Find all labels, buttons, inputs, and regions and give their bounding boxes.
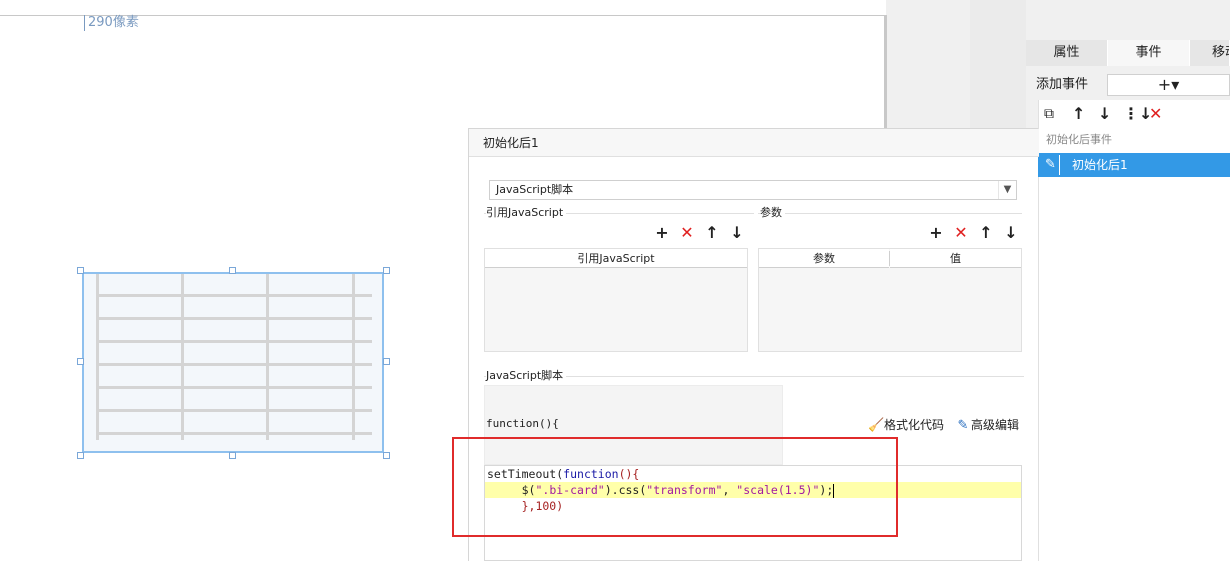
table-col-line bbox=[352, 274, 355, 440]
arrow-up-icon[interactable]: ↑ bbox=[704, 224, 720, 242]
param-column-header: 参数 bbox=[759, 249, 889, 268]
edit-icon[interactable]: ✎ bbox=[1042, 155, 1060, 175]
tab-mobile[interactable]: 移动 bbox=[1190, 40, 1230, 66]
advanced-edit-label: 高级编辑 bbox=[971, 418, 1020, 432]
script-section-label: JavaScript脚本 bbox=[486, 369, 567, 383]
delete-icon[interactable]: ✕ bbox=[1149, 104, 1162, 124]
params-section-label: 参数 bbox=[760, 206, 785, 220]
resize-handle-se[interactable] bbox=[383, 452, 390, 459]
format-code-label: 格式化代码 bbox=[884, 418, 945, 432]
move-to-bottom-icon[interactable]: ⋮↓ bbox=[1123, 104, 1152, 124]
ref-js-section-label: 引用JavaScript bbox=[486, 206, 567, 220]
table-row-line bbox=[96, 432, 372, 435]
table-col-line bbox=[266, 274, 269, 440]
dialog-titlebar[interactable]: 初始化后1 bbox=[469, 129, 1039, 157]
copy-icon[interactable]: ⧉ bbox=[1044, 104, 1054, 124]
delete-icon[interactable]: ✕ bbox=[679, 224, 695, 242]
event-item-label: 初始化后1 bbox=[1072, 158, 1128, 172]
section-divider bbox=[758, 213, 1022, 214]
resize-handle-nw[interactable] bbox=[77, 267, 84, 274]
dialog-title: 初始化后1 bbox=[483, 136, 539, 150]
ref-js-table[interactable]: 引用JavaScript bbox=[484, 248, 748, 352]
add-event-button[interactable]: +▾ bbox=[1107, 74, 1230, 96]
ref-js-column-header: 引用JavaScript bbox=[485, 249, 747, 268]
page-boundary-right bbox=[884, 15, 887, 135]
arrow-up-icon[interactable]: ↑ bbox=[978, 224, 994, 242]
add-event-label: 添加事件 bbox=[1036, 77, 1089, 92]
ruler-label: 290像素 bbox=[84, 15, 139, 31]
table-row-line bbox=[96, 317, 372, 320]
annotation-highlight-box bbox=[452, 437, 898, 537]
resize-handle-ne[interactable] bbox=[383, 267, 390, 274]
arrow-down-icon[interactable]: ↓ bbox=[1098, 104, 1111, 124]
arrow-down-icon[interactable]: ↓ bbox=[729, 224, 745, 242]
edit-icon: ✎ bbox=[957, 418, 969, 433]
resize-handle-e[interactable] bbox=[383, 358, 390, 365]
table-widget[interactable] bbox=[82, 272, 384, 453]
table-row-line bbox=[96, 386, 372, 389]
value-column-header: 值 bbox=[890, 249, 1021, 268]
delete-icon[interactable]: ✕ bbox=[953, 224, 969, 242]
arrow-down-icon[interactable]: ↓ bbox=[1003, 224, 1019, 242]
resize-handle-n[interactable] bbox=[229, 267, 236, 274]
table-row-line bbox=[96, 363, 372, 366]
event-type-select[interactable]: JavaScript脚本 ▼ bbox=[489, 180, 1017, 200]
params-table[interactable]: 参数 值 bbox=[758, 248, 1022, 352]
resize-handle-sw[interactable] bbox=[77, 452, 84, 459]
advanced-edit-button[interactable]: ✎ 高级编辑 bbox=[955, 417, 1019, 434]
broom-icon: 🧹 bbox=[868, 418, 885, 433]
event-type-value: JavaScript脚本 bbox=[496, 183, 574, 196]
format-code-button[interactable]: 🧹格式化代码 bbox=[868, 417, 944, 434]
resize-handle-w[interactable] bbox=[77, 358, 84, 365]
function-header: function(){ bbox=[486, 417, 559, 430]
table-col-line bbox=[181, 274, 184, 440]
chevron-down-icon[interactable]: ▼ bbox=[998, 181, 1016, 199]
add-icon[interactable]: + bbox=[654, 224, 670, 242]
resize-handle-s[interactable] bbox=[229, 452, 236, 459]
table-row-line bbox=[96, 340, 372, 343]
tab-properties[interactable]: 属性 bbox=[1026, 40, 1108, 66]
add-icon[interactable]: + bbox=[928, 224, 944, 242]
tab-events[interactable]: 事件 bbox=[1108, 40, 1190, 66]
table-col-line bbox=[96, 274, 99, 440]
arrow-up-icon[interactable]: ↑ bbox=[1072, 104, 1085, 124]
event-group-label: 初始化后事件 bbox=[1046, 133, 1112, 146]
table-row-line bbox=[96, 409, 372, 412]
event-list-item[interactable]: ✎ 初始化后1 bbox=[1038, 153, 1230, 177]
table-row-line bbox=[96, 294, 372, 297]
